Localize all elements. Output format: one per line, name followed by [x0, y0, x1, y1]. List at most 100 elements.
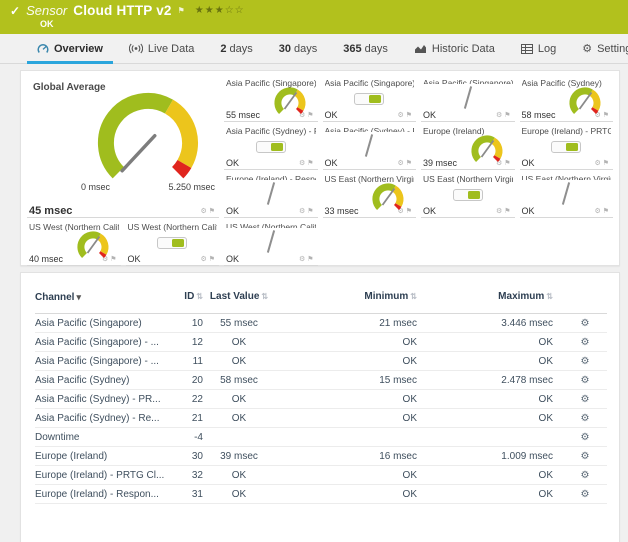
- column-label: ID: [184, 291, 194, 302]
- channel-settings-icon[interactable]: ⚙: [581, 470, 590, 481]
- cell-minimum: [275, 428, 427, 447]
- table-row[interactable]: Europe (Ireland)3039 msec16 msec1.009 ms…: [35, 447, 607, 466]
- channel-settings-icon[interactable]: ⚙: [581, 413, 590, 424]
- pin-icon[interactable]: ⚑: [603, 208, 611, 215]
- channel-settings-icon[interactable]: ⚙: [581, 356, 590, 367]
- gauge-tile-grid: Global Average 0 msec 5.250 msec 45 msec…: [27, 76, 613, 260]
- log-table-icon: [521, 44, 533, 54]
- channel-gauge-tile[interactable]: Asia Pacific (Singapore) - Res...OK⚙⚑: [421, 76, 515, 122]
- cell-channel: Europe (Ireland): [35, 447, 167, 466]
- gear-icon[interactable]: ⚙: [200, 208, 208, 215]
- table-row[interactable]: Asia Pacific (Singapore) - ...12OKOKOK⚙: [35, 333, 607, 352]
- channel-gauge-tile[interactable]: US East (Northern Virginia) - ...OK⚙⚑: [421, 172, 515, 218]
- cell-channel: Asia Pacific (Sydney): [35, 371, 167, 390]
- page-title: Cloud HTTP v2: [73, 3, 171, 18]
- tab-label: Overview: [54, 43, 103, 55]
- pin-icon[interactable]: ⚑: [209, 256, 217, 263]
- column-header-channel[interactable]: Channel▾: [35, 289, 167, 314]
- gauges-panel: Global Average 0 msec 5.250 msec 45 msec…: [20, 70, 620, 266]
- pin-icon[interactable]: ⚑: [307, 256, 315, 263]
- column-header-maximum[interactable]: Maximum⇅: [427, 289, 563, 314]
- gauge-viz: [522, 180, 612, 205]
- cell-maximum: OK: [427, 485, 563, 504]
- tab-settings[interactable]: ⚙ Settings: [569, 34, 628, 63]
- channel-value: OK: [423, 205, 436, 217]
- channel-value: OK: [325, 109, 338, 121]
- table-row[interactable]: Europe (Ireland) - PRTG Cl...32OKOKOK⚙: [35, 466, 607, 485]
- tab-30-days[interactable]: 30 days: [266, 34, 331, 63]
- tab-live-data[interactable]: Live Data: [116, 34, 207, 63]
- table-row[interactable]: Asia Pacific (Sydney) - Re...21OKOKOK⚙: [35, 409, 607, 428]
- mini-gauge: [565, 85, 605, 119]
- pin-icon[interactable]: ⚑: [209, 208, 217, 215]
- channel-gauge-tile[interactable]: Europe (Ireland) 39 msec⚙⚑: [421, 124, 515, 170]
- channel-settings-icon[interactable]: ⚙: [581, 489, 590, 500]
- sort-icon: ⇅: [261, 292, 268, 301]
- channel-gauge-tile[interactable]: US West (Northern California)...OK⚙⚑: [126, 220, 220, 266]
- tab-365-days[interactable]: 365 days: [330, 34, 401, 63]
- gear-icon[interactable]: ⚙: [397, 160, 405, 167]
- pin-icon[interactable]: ⚑: [504, 208, 512, 215]
- gear-icon[interactable]: ⚙: [299, 256, 307, 263]
- gear-icon[interactable]: ⚙: [594, 208, 602, 215]
- channel-settings-icon[interactable]: ⚙: [581, 318, 590, 329]
- column-header-last-value[interactable]: Last Value⇅: [203, 289, 275, 314]
- gear-icon[interactable]: ⚙: [496, 208, 504, 215]
- pin-icon[interactable]: ⚑: [603, 160, 611, 167]
- tab-historic-data[interactable]: Historic Data: [401, 34, 508, 63]
- table-row[interactable]: Asia Pacific (Sydney)2058 msec15 msec2.4…: [35, 371, 607, 390]
- gear-icon: ⚙: [582, 42, 592, 55]
- tab-log[interactable]: Log: [508, 34, 569, 63]
- tab-2-days[interactable]: 2 days: [207, 34, 265, 63]
- channel-value: OK: [226, 205, 239, 217]
- column-header-minimum[interactable]: Minimum⇅: [275, 289, 427, 314]
- sort-icon: ⇅: [546, 292, 553, 301]
- channel-gauge-tile[interactable]: US East (Northern Virginia) 33 msec⚙⚑: [323, 172, 417, 218]
- channel-settings-icon[interactable]: ⚙: [581, 375, 590, 386]
- tab-bar: Overview Live Data 2 days 30 days 365 da…: [0, 34, 628, 64]
- pin-icon[interactable]: ⚑: [406, 160, 414, 167]
- channel-gauge-tile[interactable]: Asia Pacific (Singapore) - PR...OK⚙⚑: [323, 76, 417, 122]
- channel-value: 39 msec: [423, 157, 457, 169]
- channel-settings-icon[interactable]: ⚙: [581, 394, 590, 405]
- table-row[interactable]: Downtime-4⚙: [35, 428, 607, 447]
- gauge-icon: [37, 43, 49, 55]
- channel-gauge-tile[interactable]: US West (Northern California) 40 msec⚙⚑: [27, 220, 121, 266]
- channel-gauge-tile[interactable]: Europe (Ireland) - PRTG Cloud...OK⚙⚑: [520, 124, 614, 170]
- table-row[interactable]: Europe (Ireland) - Respon...31OKOKOK⚙: [35, 485, 607, 504]
- table-row[interactable]: Asia Pacific (Sydney) - PR...22OKOKOK⚙: [35, 390, 607, 409]
- column-header-id[interactable]: ID⇅: [167, 289, 203, 314]
- channel-gauge-tile[interactable]: US East (Northern Virginia) - ...OK⚙⚑: [520, 172, 614, 218]
- pin-icon[interactable]: ⚑: [307, 160, 315, 167]
- channel-gauge-tile[interactable]: Asia Pacific (Singapore) 55 msec⚙⚑: [224, 76, 318, 122]
- cell-minimum: OK: [275, 485, 427, 504]
- channel-settings-icon[interactable]: ⚙: [581, 451, 590, 462]
- cell-maximum: OK: [427, 352, 563, 371]
- gear-icon[interactable]: ⚙: [496, 112, 504, 119]
- channel-gauge-tile[interactable]: Asia Pacific (Sydney) - Respo...OK⚙⚑: [323, 124, 417, 170]
- channel-settings-icon[interactable]: ⚙: [581, 432, 590, 443]
- table-row[interactable]: Asia Pacific (Singapore) - ...11OKOKOK⚙: [35, 352, 607, 371]
- gauge-viz: [423, 84, 513, 109]
- channel-gauge-tile[interactable]: US West (Northern California)...OK⚙⚑: [224, 220, 318, 266]
- pin-icon[interactable]: ⚑: [307, 208, 315, 215]
- cell-channel: Europe (Ireland) - Respon...: [35, 485, 167, 504]
- channel-gauge-tile[interactable]: Europe (Ireland) - Response C...OK⚙⚑: [224, 172, 318, 218]
- gear-icon[interactable]: ⚙: [299, 208, 307, 215]
- gear-icon[interactable]: ⚙: [200, 256, 208, 263]
- tab-overview[interactable]: Overview: [24, 34, 116, 63]
- gear-icon[interactable]: ⚙: [594, 160, 602, 167]
- table-row[interactable]: Asia Pacific (Singapore)1055 msec21 msec…: [35, 314, 607, 333]
- gear-icon[interactable]: ⚙: [299, 160, 307, 167]
- global-average-tile[interactable]: Global Average 0 msec 5.250 msec 45 msec…: [27, 76, 219, 218]
- priority-stars[interactable]: ★★★☆☆: [195, 5, 245, 16]
- cell-maximum: OK: [427, 409, 563, 428]
- channel-settings-icon[interactable]: ⚙: [581, 337, 590, 348]
- channel-gauge-tile[interactable]: Asia Pacific (Sydney) - PRTG ...OK⚙⚑: [224, 124, 318, 170]
- channel-gauge-tile[interactable]: Asia Pacific (Sydney) 58 msec⚙⚑: [520, 76, 614, 122]
- sensor-status-banner: ✓ Sensor Cloud HTTP v2 ⚑ ★★★☆☆ OK: [0, 0, 628, 34]
- gear-icon[interactable]: ⚙: [397, 112, 405, 119]
- column-label: Minimum: [364, 291, 408, 302]
- pin-icon[interactable]: ⚑: [504, 112, 512, 119]
- pin-icon[interactable]: ⚑: [406, 112, 414, 119]
